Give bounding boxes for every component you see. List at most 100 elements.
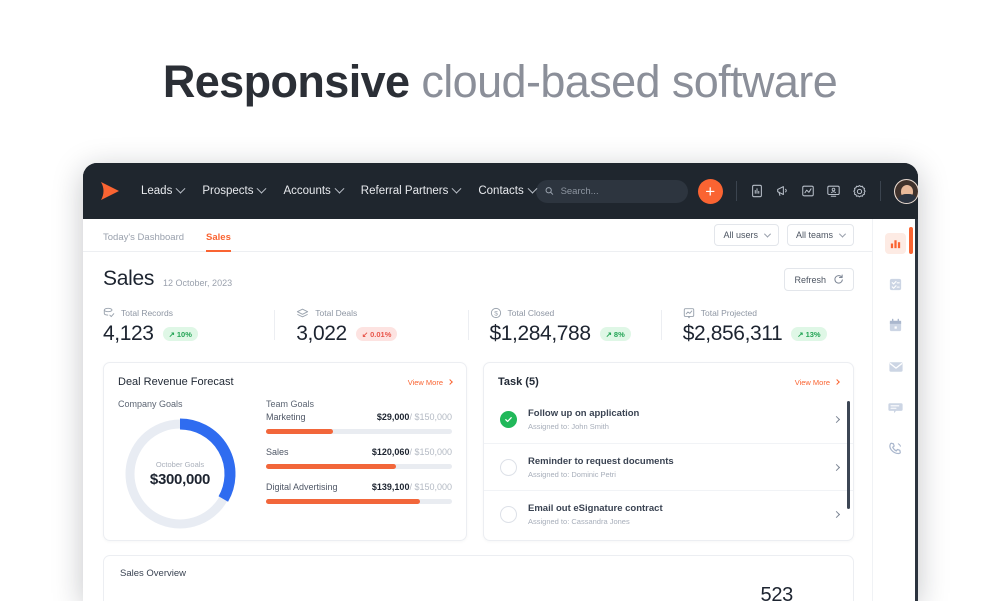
goal-row: Sales $120,060 / $150,000 bbox=[266, 447, 452, 457]
metric-value: 3,022 bbox=[296, 322, 347, 346]
task-item[interactable]: Follow up on application Assigned to: Jo… bbox=[484, 396, 853, 443]
donut-value: $300,000 bbox=[150, 471, 210, 488]
badge-delta: 8% bbox=[614, 330, 625, 339]
team-goals-column: Team Goals Marketing $29,000 / $150,000 bbox=[258, 399, 452, 533]
metric-total-records: Total Records 4,123 ↗ 10% bbox=[103, 307, 274, 346]
nav-item-accounts[interactable]: Accounts bbox=[283, 185, 342, 197]
chevron-down-icon bbox=[176, 183, 186, 193]
tab-todays-dashboard[interactable]: Today's Dashboard bbox=[103, 232, 184, 252]
task-texts: Reminder to request documents Assigned t… bbox=[528, 456, 674, 479]
tabs-row: Today's Dashboard Sales All users All te… bbox=[83, 219, 872, 252]
task-item[interactable]: Email out eSignature contract Assigned t… bbox=[484, 490, 853, 537]
goal-total: / $150,000 bbox=[409, 447, 452, 457]
sidebar-item-checklist[interactable] bbox=[885, 274, 906, 295]
task-item[interactable]: Reminder to request documents Assigned t… bbox=[484, 443, 853, 490]
hero-title-light: cloud-based software bbox=[421, 56, 837, 107]
task-assignee: Assigned to: Dominic Petri bbox=[528, 470, 674, 479]
metric-header: Total Records bbox=[103, 307, 274, 319]
card-header: Deal Revenue Forecast View More bbox=[118, 376, 452, 388]
gear-icon[interactable] bbox=[852, 184, 867, 199]
sidebar-item-phone[interactable] bbox=[885, 438, 906, 459]
sidebar-item-chat[interactable] bbox=[885, 397, 906, 418]
monitor-user-icon[interactable] bbox=[826, 184, 841, 198]
status-badge: ↗ 10% bbox=[163, 327, 198, 341]
view-more-label: View More bbox=[795, 378, 830, 387]
top-navbar: Leads Prospects Accounts Referral Partne… bbox=[83, 163, 918, 219]
play-logo-icon[interactable] bbox=[99, 178, 121, 204]
nav-item-referral-partners[interactable]: Referral Partners bbox=[361, 185, 461, 197]
page-title: Sales bbox=[103, 267, 154, 291]
avatar[interactable] bbox=[894, 179, 918, 204]
task-checkbox[interactable] bbox=[500, 506, 517, 523]
all-users-dropdown[interactable]: All users bbox=[714, 224, 779, 246]
view-more-label: View More bbox=[408, 378, 443, 387]
sidebar-item-bar-chart[interactable] bbox=[885, 233, 906, 254]
svg-text:$: $ bbox=[494, 311, 498, 318]
chevron-down-icon bbox=[334, 183, 344, 193]
status-badge: ↙ 0.01% bbox=[356, 327, 398, 341]
deals-icon bbox=[296, 307, 309, 319]
task-scrollbar[interactable] bbox=[847, 401, 850, 509]
search-input[interactable] bbox=[561, 186, 679, 197]
metric-header: Total Projected bbox=[683, 307, 854, 319]
tab-sales[interactable]: Sales bbox=[206, 232, 231, 252]
badge-arrow: ↗ bbox=[797, 330, 803, 339]
sidebar-item-envelope[interactable] bbox=[885, 356, 906, 377]
refresh-button[interactable]: Refresh bbox=[784, 268, 854, 291]
nav-item-contacts[interactable]: Contacts bbox=[478, 185, 535, 197]
goal-amount: $139,100 bbox=[372, 482, 410, 492]
app-window: Leads Prospects Accounts Referral Partne… bbox=[83, 163, 918, 601]
badge-delta: 0.01% bbox=[370, 330, 391, 339]
goal-amount: $29,000 bbox=[377, 412, 410, 422]
card-title: Deal Revenue Forecast bbox=[118, 376, 234, 388]
chevron-right-icon[interactable] bbox=[833, 416, 840, 423]
search-box[interactable] bbox=[536, 180, 688, 203]
navbar-right: + bbox=[536, 179, 918, 204]
all-users-label: All users bbox=[723, 230, 758, 240]
phone-icon bbox=[888, 441, 903, 456]
metric-value: 4,123 bbox=[103, 322, 154, 346]
nav-item-label: Contacts bbox=[478, 185, 523, 197]
task-title: Email out eSignature contract bbox=[528, 503, 663, 514]
tab-list: Today's Dashboard Sales bbox=[103, 219, 231, 252]
progress-fill bbox=[266, 464, 396, 469]
tab-filters: All users All teams bbox=[714, 224, 854, 246]
chevron-right-icon[interactable] bbox=[833, 463, 840, 470]
megaphone-icon[interactable] bbox=[775, 184, 790, 198]
add-button[interactable]: + bbox=[698, 179, 723, 204]
bar-chart-icon bbox=[889, 237, 902, 250]
envelope-icon bbox=[888, 360, 904, 374]
progress-fill bbox=[266, 499, 420, 504]
page-scrollbar-thumb[interactable] bbox=[909, 227, 913, 254]
metric-value-row: 3,022 ↙ 0.01% bbox=[296, 322, 467, 346]
metric-value: $2,856,311 bbox=[683, 322, 783, 346]
goal-total: / $150,000 bbox=[409, 412, 452, 422]
company-goals-column: Company Goals October Goals $300,000 bbox=[118, 399, 258, 533]
navbar-icon-group bbox=[750, 184, 867, 199]
task-checkbox-checked[interactable] bbox=[500, 411, 517, 428]
progress-track bbox=[266, 499, 452, 504]
view-more-forecast-link[interactable]: View More bbox=[408, 378, 452, 387]
metric-label: Total Deals bbox=[315, 308, 357, 318]
metric-label: Total Records bbox=[121, 308, 173, 318]
nav-item-label: Referral Partners bbox=[361, 185, 449, 197]
team-goals-label: Team Goals bbox=[266, 399, 452, 409]
chevron-right-icon bbox=[834, 379, 840, 385]
task-texts: Email out eSignature contract Assigned t… bbox=[528, 503, 663, 526]
chart-box-icon[interactable] bbox=[801, 184, 815, 198]
metric-value: $1,284,788 bbox=[490, 322, 591, 346]
nav-item-leads[interactable]: Leads bbox=[141, 185, 184, 197]
badge-arrow: ↗ bbox=[606, 330, 612, 339]
view-more-tasks-link[interactable]: View More bbox=[795, 378, 839, 387]
sidebar-item-calendar[interactable] bbox=[885, 315, 906, 336]
task-checkbox[interactable] bbox=[500, 459, 517, 476]
refresh-label: Refresh bbox=[794, 275, 826, 285]
calendar-icon bbox=[888, 318, 903, 333]
nav-item-prospects[interactable]: Prospects bbox=[202, 185, 265, 197]
refresh-icon bbox=[833, 274, 844, 285]
cards-row: Deal Revenue Forecast View More Company … bbox=[83, 346, 872, 541]
chevron-right-icon[interactable] bbox=[833, 510, 840, 517]
report-icon[interactable] bbox=[750, 184, 764, 198]
all-teams-dropdown[interactable]: All teams bbox=[787, 224, 854, 246]
metrics-row: Total Records 4,123 ↗ 10% Total Deals bbox=[83, 291, 872, 346]
